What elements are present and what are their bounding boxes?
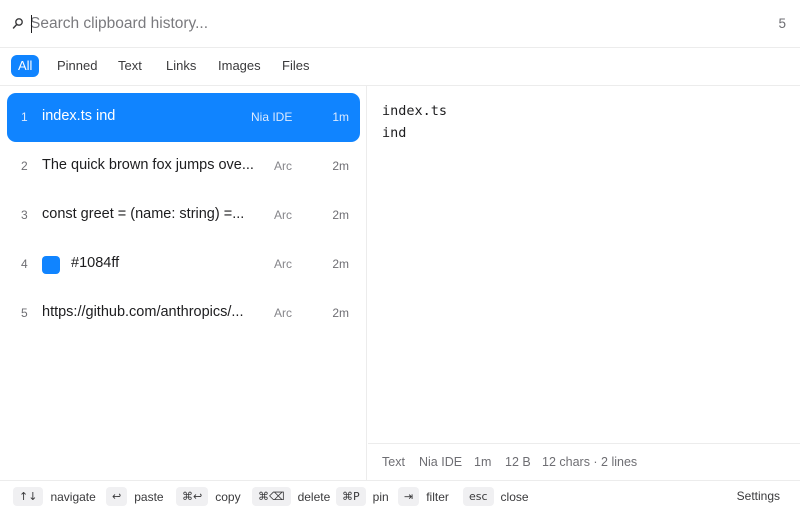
item-index: 5 [21, 306, 28, 320]
search-icon [12, 18, 23, 29]
item-timestamp: 1m [332, 110, 349, 124]
item-timestamp: 2m [332, 208, 349, 222]
item-timestamp: 2m [332, 257, 349, 271]
list-item[interactable]: 4 #1084ff Arc 2m [7, 240, 360, 289]
clipboard-list: 1 index.ts ind Nia IDE 1m 2 The quick br… [0, 86, 367, 480]
item-preview: The quick brown fox jumps ove... [42, 157, 254, 173]
filter-tab-all[interactable]: All [11, 55, 40, 77]
key-cmd-delete: ⌘⌫ [252, 487, 291, 506]
item-source-app: Arc [274, 306, 292, 320]
hint-close: esc close [463, 487, 529, 506]
item-index: 3 [21, 208, 28, 222]
item-timestamp: 2m [332, 306, 349, 320]
item-preview: #1084ff [71, 255, 120, 271]
hint-paste: ↩ paste [106, 487, 164, 506]
detail-pane: index.ts ind Text Nia IDE 1m 12 B 12 cha… [368, 86, 800, 480]
item-source-app: Arc [274, 208, 292, 222]
hint-label: delete [297, 489, 331, 504]
item-source-app: Nia IDE [251, 110, 293, 124]
color-swatch [42, 256, 60, 274]
search-bar: 5 [0, 0, 800, 48]
hint-label: close [500, 489, 529, 504]
key-esc: esc [463, 487, 494, 506]
settings-button[interactable]: Settings [737, 489, 780, 503]
filter-tab-images[interactable]: Images [211, 55, 268, 77]
item-preview: https://github.com/anthropics/... [42, 304, 244, 320]
shortcut-footer: ↑↓ navigate ↩ paste ⌘↩ copy ⌘⌫ delete ⌘P… [0, 480, 800, 511]
hint-delete: ⌘⌫ delete [252, 487, 330, 506]
meta-time: 1m [474, 455, 492, 469]
search-input[interactable] [30, 12, 750, 36]
key-cmd-return: ⌘↩ [176, 487, 209, 506]
hint-filter: ⇥ filter [398, 487, 449, 506]
list-item[interactable]: 5 https://github.com/anthropics/... Arc … [7, 289, 360, 338]
item-source-app: Arc [274, 257, 292, 271]
list-item[interactable]: 2 The quick brown fox jumps ove... Arc 2… [7, 142, 360, 191]
hint-label: pin [372, 489, 389, 504]
key-tab: ⇥ [398, 487, 420, 506]
hint-navigate: ↑↓ navigate [13, 487, 96, 506]
item-preview: index.ts ind [42, 108, 116, 124]
item-source-app: Arc [274, 159, 292, 173]
meta-stats: 12 chars · 2 lines [542, 455, 638, 469]
hint-label: navigate [50, 489, 96, 504]
filter-tab-text[interactable]: Text [111, 55, 149, 77]
hint-copy: ⌘↩ copy [176, 487, 241, 506]
key-cmd-p: ⌘P [336, 487, 366, 506]
hint-label: copy [215, 489, 241, 504]
item-timestamp: 2m [332, 159, 349, 173]
hint-pin: ⌘P pin [336, 487, 389, 506]
filter-tab-files[interactable]: Files [275, 55, 316, 77]
hint-label: paste [134, 489, 164, 504]
detail-metadata: Text Nia IDE 1m 12 B 12 chars · 2 lines [368, 443, 800, 480]
meta-app: Nia IDE [419, 455, 463, 469]
text-caret [31, 15, 32, 33]
list-item[interactable]: 3 const greet = (name: string) =... Arc … [7, 191, 360, 240]
detail-content: index.ts ind [382, 103, 448, 141]
filter-tab-pinned[interactable]: Pinned [50, 55, 104, 77]
key-return: ↩ [106, 487, 128, 506]
result-count: 5 [778, 16, 786, 31]
meta-size: 12 B [505, 455, 531, 469]
meta-type: Text [382, 455, 405, 469]
item-index: 2 [21, 159, 28, 173]
item-index: 4 [21, 257, 28, 271]
filter-bar: All Pinned Text Links Images Files [0, 48, 800, 86]
item-index: 1 [21, 110, 28, 124]
hint-label: filter [426, 489, 449, 504]
key-arrows: ↑↓ [13, 487, 44, 506]
list-item[interactable]: 1 index.ts ind Nia IDE 1m [7, 93, 360, 142]
item-preview: const greet = (name: string) =... [42, 206, 245, 222]
filter-tab-links[interactable]: Links [159, 55, 203, 77]
